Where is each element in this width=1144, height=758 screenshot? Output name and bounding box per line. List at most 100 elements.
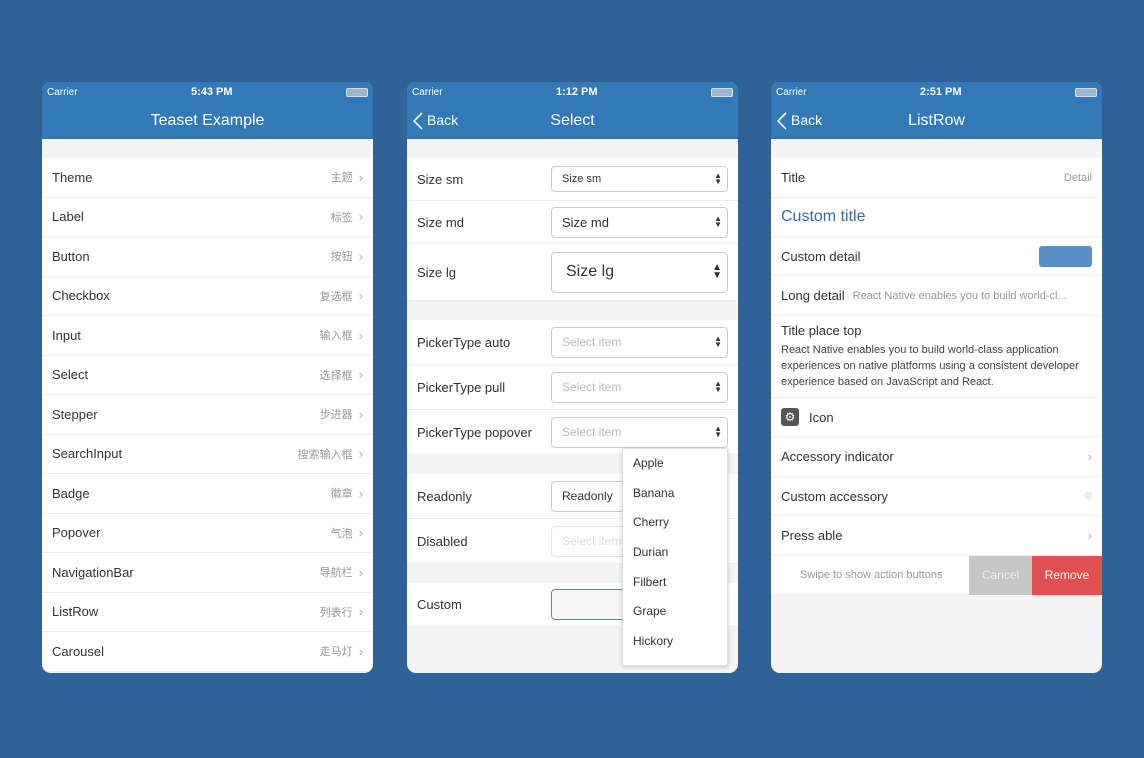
chevron-right-icon: › xyxy=(358,169,363,185)
list-item-detail: 徽章 xyxy=(330,488,353,501)
list-item-label: Label xyxy=(52,209,84,225)
list-item[interactable]: ListRow 列表行 › xyxy=(42,592,373,632)
navigation-bar: Carrier 1:12 PM Back Select xyxy=(407,82,738,139)
list-item-label: ListRow xyxy=(52,604,99,620)
chevron-right-icon: › xyxy=(358,604,363,620)
updown-arrow-icon: ▲ ▼ xyxy=(714,214,722,229)
select-picker-pull[interactable]: Select item ▲ ▼ xyxy=(551,371,728,403)
select-size-md[interactable]: Size md ▲ ▼ xyxy=(551,206,728,238)
list-item-detail: 搜索输入框 xyxy=(297,448,353,461)
list-item-label: Carousel xyxy=(52,643,105,659)
list-item-detail: 导航栏 xyxy=(319,567,353,580)
status-bar: Carrier 1:12 PM xyxy=(407,82,738,102)
list-item-detail: 复选框 xyxy=(319,290,353,303)
row-press-able[interactable]: Press able › xyxy=(771,516,1102,556)
list-item[interactable]: Checkbox 复选框 › xyxy=(42,276,373,316)
battery-icon xyxy=(1074,87,1097,97)
status-bar: Carrier 2:51 PM xyxy=(771,82,1102,102)
row-label: Custom title xyxy=(781,208,866,225)
status-bar: Carrier 5:43 PM xyxy=(42,82,373,102)
updown-arrow-icon: ▲ ▼ xyxy=(714,171,722,186)
row-picker-pull: PickerType pull Select item ▲ ▼ xyxy=(407,365,738,410)
cancel-button[interactable]: Cancel xyxy=(969,555,1032,595)
select-size-sm[interactable]: Size sm ▲ ▼ xyxy=(551,166,728,192)
select-value: Readonly xyxy=(562,489,613,503)
select-placeholder: Select item xyxy=(562,335,622,349)
list-item-detail: 输入框 xyxy=(319,330,353,343)
chevron-right-icon: › xyxy=(358,643,363,659)
row-label: Icon xyxy=(809,409,834,425)
chevron-right-icon: › xyxy=(358,327,363,343)
status-time: 5:43 PM xyxy=(190,86,233,98)
phone-listrow: Carrier 2:51 PM Back ListRow Title Detail… xyxy=(771,82,1102,673)
select-size-lg[interactable]: Size lg ▲ ▼ xyxy=(551,251,728,293)
row-custom-detail: Custom detail xyxy=(771,237,1102,276)
carrier-label: Carrier xyxy=(412,86,443,98)
status-time: 1:12 PM xyxy=(555,86,598,98)
row-label: Swipe to show action buttons xyxy=(800,569,943,581)
popover-item[interactable]: Grape xyxy=(623,597,727,627)
list-item[interactable]: SearchInput 搜索输入框 › xyxy=(42,434,373,474)
list-item[interactable]: Input 输入框 › xyxy=(42,316,373,356)
list-item[interactable]: Stepper 步进器 › xyxy=(42,395,373,435)
list-item[interactable]: Theme 主题 › xyxy=(42,158,373,198)
list-item[interactable]: Carousel 走马灯 › xyxy=(42,632,373,672)
row-custom-accessory: Custom accessory ⌾ xyxy=(771,477,1102,516)
row-swipe[interactable]: Swipe to show action buttons Cancel Remo… xyxy=(771,555,1102,595)
popover-item[interactable]: Durian xyxy=(623,538,727,568)
carrier-label: Carrier xyxy=(776,86,807,98)
list-item[interactable]: Popover 气泡 › xyxy=(42,513,373,553)
list-item[interactable]: Label 标签 › xyxy=(42,197,373,237)
list-item[interactable]: Button 按钮 › xyxy=(42,237,373,277)
row-label: Title place top xyxy=(781,323,862,338)
popover-item[interactable]: Hickory xyxy=(623,627,727,657)
list-item-label: SearchInput xyxy=(52,446,123,462)
list-item-label: Select xyxy=(52,367,89,383)
menu-list: Theme 主题 › Label 标签 › Button 按钮 › Checkbox 复选框 › Inp… xyxy=(42,158,373,672)
list-item-detail: 步进器 xyxy=(319,409,353,422)
row-label: Title xyxy=(781,170,806,185)
status-time: 2:51 PM xyxy=(919,86,962,98)
select-picker-auto[interactable]: Select item ▲ ▼ xyxy=(551,326,728,358)
gear-icon: ⚙ xyxy=(781,408,799,426)
chevron-right-icon: › xyxy=(1087,449,1092,464)
list-item[interactable]: NavigationBar 导航栏 › xyxy=(42,553,373,593)
updown-arrow-icon: ▲ ▼ xyxy=(712,262,722,281)
chevron-right-icon: › xyxy=(358,248,363,264)
row-detail: React Native enables you to build world-… xyxy=(781,344,1079,388)
list-item[interactable]: Badge 徽章 › xyxy=(42,474,373,514)
row-label: Custom detail xyxy=(781,248,861,264)
list-item-label: Stepper xyxy=(52,406,98,422)
chevron-right-icon: › xyxy=(358,367,363,383)
list-item[interactable]: Select 选择框 › xyxy=(42,355,373,395)
battery-icon xyxy=(710,87,733,97)
row-label: Press able xyxy=(781,528,843,543)
row-detail: React Native enables you to build world-… xyxy=(852,289,1067,302)
list-item-detail: 主题 xyxy=(330,172,353,185)
list-item-label: Checkbox xyxy=(52,288,110,304)
select-placeholder: Select item xyxy=(562,380,622,394)
remove-button[interactable]: Remove xyxy=(1032,555,1102,595)
select-picker-popover[interactable]: Select item ▲ ▼ xyxy=(551,416,728,448)
navigation-bar: Carrier 2:51 PM Back ListRow xyxy=(771,82,1102,139)
navigation-bar: Carrier 5:43 PM Teaset Example xyxy=(42,82,373,139)
list-item-label: Badge xyxy=(52,485,90,501)
list-item-detail: 气泡 xyxy=(330,527,353,540)
list-item-detail: 按钮 xyxy=(330,251,353,264)
row-size-sm: Size sm Size sm ▲ ▼ xyxy=(407,158,738,201)
popover-item[interactable]: Cherry xyxy=(623,508,727,538)
popover-item[interactable]: Filbert xyxy=(623,568,727,598)
select-value: Size sm xyxy=(562,173,602,185)
row-custom-title: Custom title xyxy=(771,198,1102,237)
row-picker-auto: PickerType auto Select item ▲ ▼ xyxy=(407,320,738,365)
carrier-label: Carrier xyxy=(47,86,78,98)
chevron-right-icon: › xyxy=(358,446,363,462)
popover-item[interactable]: Apple xyxy=(623,449,727,479)
chevron-right-icon: › xyxy=(358,209,363,225)
battery-icon xyxy=(345,87,368,97)
row-title: Title Detail xyxy=(771,158,1102,198)
popover-item[interactable]: Banana xyxy=(623,479,727,509)
row-accessory-indicator[interactable]: Accessory indicator › xyxy=(771,437,1102,477)
row-detail: Detail xyxy=(1063,171,1092,184)
row-label: Custom accessory xyxy=(781,488,888,504)
